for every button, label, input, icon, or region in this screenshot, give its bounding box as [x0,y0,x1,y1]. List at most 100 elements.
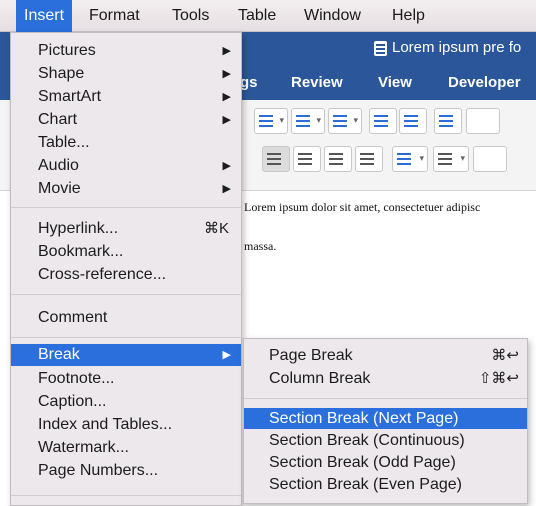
menu-item-label: Watermark... [38,439,129,456]
keyboard-shortcut: ⇧⌘↩ [478,370,519,387]
menu-item-smartart[interactable]: SmartArt ▶ [11,86,241,108]
menu-insert[interactable]: Insert [16,0,73,32]
numbering-icon [296,115,310,117]
toolbar-partial-button[interactable] [466,108,500,134]
submenu-item-label: Section Break (Next Page) [269,410,459,427]
chevron-down-icon: ▾ [419,153,424,163]
menu-window[interactable]: Window [296,0,369,32]
menu-item-label: Index and Tables... [38,416,173,433]
menu-item-table[interactable]: Table... [11,132,241,154]
chevron-down-icon: ▾ [460,153,465,163]
menu-item-label: SmartArt [38,88,102,105]
menu-item-page-numbers[interactable]: Page Numbers... [11,460,241,482]
menu-item-caption[interactable]: Caption... [11,391,241,413]
menu-format[interactable]: Format [81,0,148,32]
increase-indent-button[interactable] [399,108,427,134]
borders-button[interactable] [473,146,507,172]
menu-item-hyperlink[interactable]: Hyperlink... ⌘K [11,218,241,240]
sort-button[interactable] [434,108,462,134]
submenu-arrow-icon: ▶ [222,114,231,126]
menu-bar: Insert Format Tools Table Window Help [0,0,536,32]
decrease-indent-icon [374,115,388,117]
align-right-button[interactable] [324,146,352,172]
menu-separator [11,207,241,208]
submenu-arrow-icon: ▶ [222,349,231,361]
menu-item-bookmark[interactable]: Bookmark... [11,241,241,263]
submenu-arrow-icon: ▶ [222,160,231,172]
document-paragraph-line-1: Lorem ipsum dolor sit amet, consectetuer… [244,200,481,214]
keyboard-shortcut: ⌘↩ [491,347,519,364]
multilevel-list-icon [333,115,347,117]
keyboard-shortcut: ⌘K [203,220,229,237]
menu-item-audio[interactable]: Audio ▶ [11,155,241,177]
chevron-down-icon: ▾ [353,115,358,125]
menu-item-label: Caption... [38,393,107,410]
menu-item-label: Hyperlink... [38,220,119,237]
menu-item-label: Audio [38,157,79,174]
insert-menu: Pictures ▶ Shape ▶ SmartArt ▶ Chart ▶ Table.… [10,32,242,506]
menu-item-label: Footnote... [38,370,115,387]
menu-tools[interactable]: Tools [164,0,217,32]
submenu-item-section-break-odd-page[interactable]: Section Break (Odd Page) [244,452,527,473]
menu-separator [11,337,241,338]
menu-item-footnote[interactable]: Footnote... [11,368,241,390]
line-spacing-icon [397,153,411,155]
menu-item-label: Table... [38,134,90,151]
tab-view[interactable]: View [378,74,412,91]
menu-item-break[interactable]: Break ▶ [11,344,241,366]
submenu-item-label: Section Break (Continuous) [269,432,465,449]
menu-item-chart[interactable]: Chart ▶ [11,109,241,131]
menu-item-label: Bookmark... [38,243,124,260]
submenu-separator [244,398,527,399]
submenu-item-label: Section Break (Even Page) [269,476,462,493]
submenu-item-section-break-next-page[interactable]: Section Break (Next Page) [244,408,527,429]
justify-icon [360,153,374,155]
menu-item-cross-reference[interactable]: Cross-reference... [11,264,241,286]
decrease-indent-button[interactable] [369,108,397,134]
menu-item-movie[interactable]: Movie ▶ [11,178,241,200]
menu-item-watermark[interactable]: Watermark... [11,437,241,459]
submenu-arrow-icon: ▶ [222,91,231,103]
justify-button[interactable] [355,146,383,172]
menu-table[interactable]: Table [230,0,284,32]
menu-item-pictures[interactable]: Pictures ▶ [11,40,241,62]
menu-item-label: Chart [38,111,78,128]
submenu-item-page-break[interactable]: Page Break ⌘↩ [244,345,527,366]
menu-item-label: Break [38,346,80,363]
chevron-down-icon: ▾ [316,115,321,125]
align-right-icon [329,153,343,155]
tab-developer[interactable]: Developer [448,74,521,91]
menu-item-comment[interactable]: Comment [11,307,241,329]
menu-item-label: Movie [38,180,81,197]
document-paragraph-line-2: massa. [244,239,277,253]
submenu-arrow-icon: ▶ [222,68,231,80]
menu-item-label: Pictures [38,42,96,59]
menu-separator [11,294,241,295]
bullets-button[interactable]: ▾ [254,108,288,134]
menu-item-label: Comment [38,309,108,326]
submenu-arrow-icon: ▶ [222,183,231,195]
shading-button[interactable]: ▾ [433,146,469,172]
align-center-button[interactable] [293,146,321,172]
submenu-item-label: Page Break [269,347,353,364]
numbering-button[interactable]: ▾ [291,108,325,134]
chevron-down-icon: ▾ [279,115,284,125]
tab-partial[interactable]: gs [240,74,258,91]
submenu-item-label: Column Break [269,370,371,387]
break-submenu: Page Break ⌘↩ Column Break ⇧⌘↩ Section Bre… [243,338,528,504]
menu-help[interactable]: Help [384,0,433,32]
submenu-item-column-break[interactable]: Column Break ⇧⌘↩ [244,368,527,389]
menu-item-shape[interactable]: Shape ▶ [11,63,241,85]
shading-icon [438,153,452,155]
line-spacing-button[interactable]: ▾ [392,146,428,172]
menu-item-label: Page Numbers... [38,462,159,479]
align-left-button[interactable] [262,146,290,172]
submenu-item-section-break-even-page[interactable]: Section Break (Even Page) [244,474,527,495]
submenu-arrow-icon: ▶ [222,45,231,57]
menu-item-index-and-tables[interactable]: Index and Tables... [11,414,241,436]
align-left-icon [267,153,281,155]
tab-review[interactable]: Review [291,74,343,91]
submenu-item-section-break-continuous[interactable]: Section Break (Continuous) [244,430,527,451]
multilevel-list-button[interactable]: ▾ [328,108,362,134]
document-title: Lorem ipsum pre fo [392,39,522,56]
